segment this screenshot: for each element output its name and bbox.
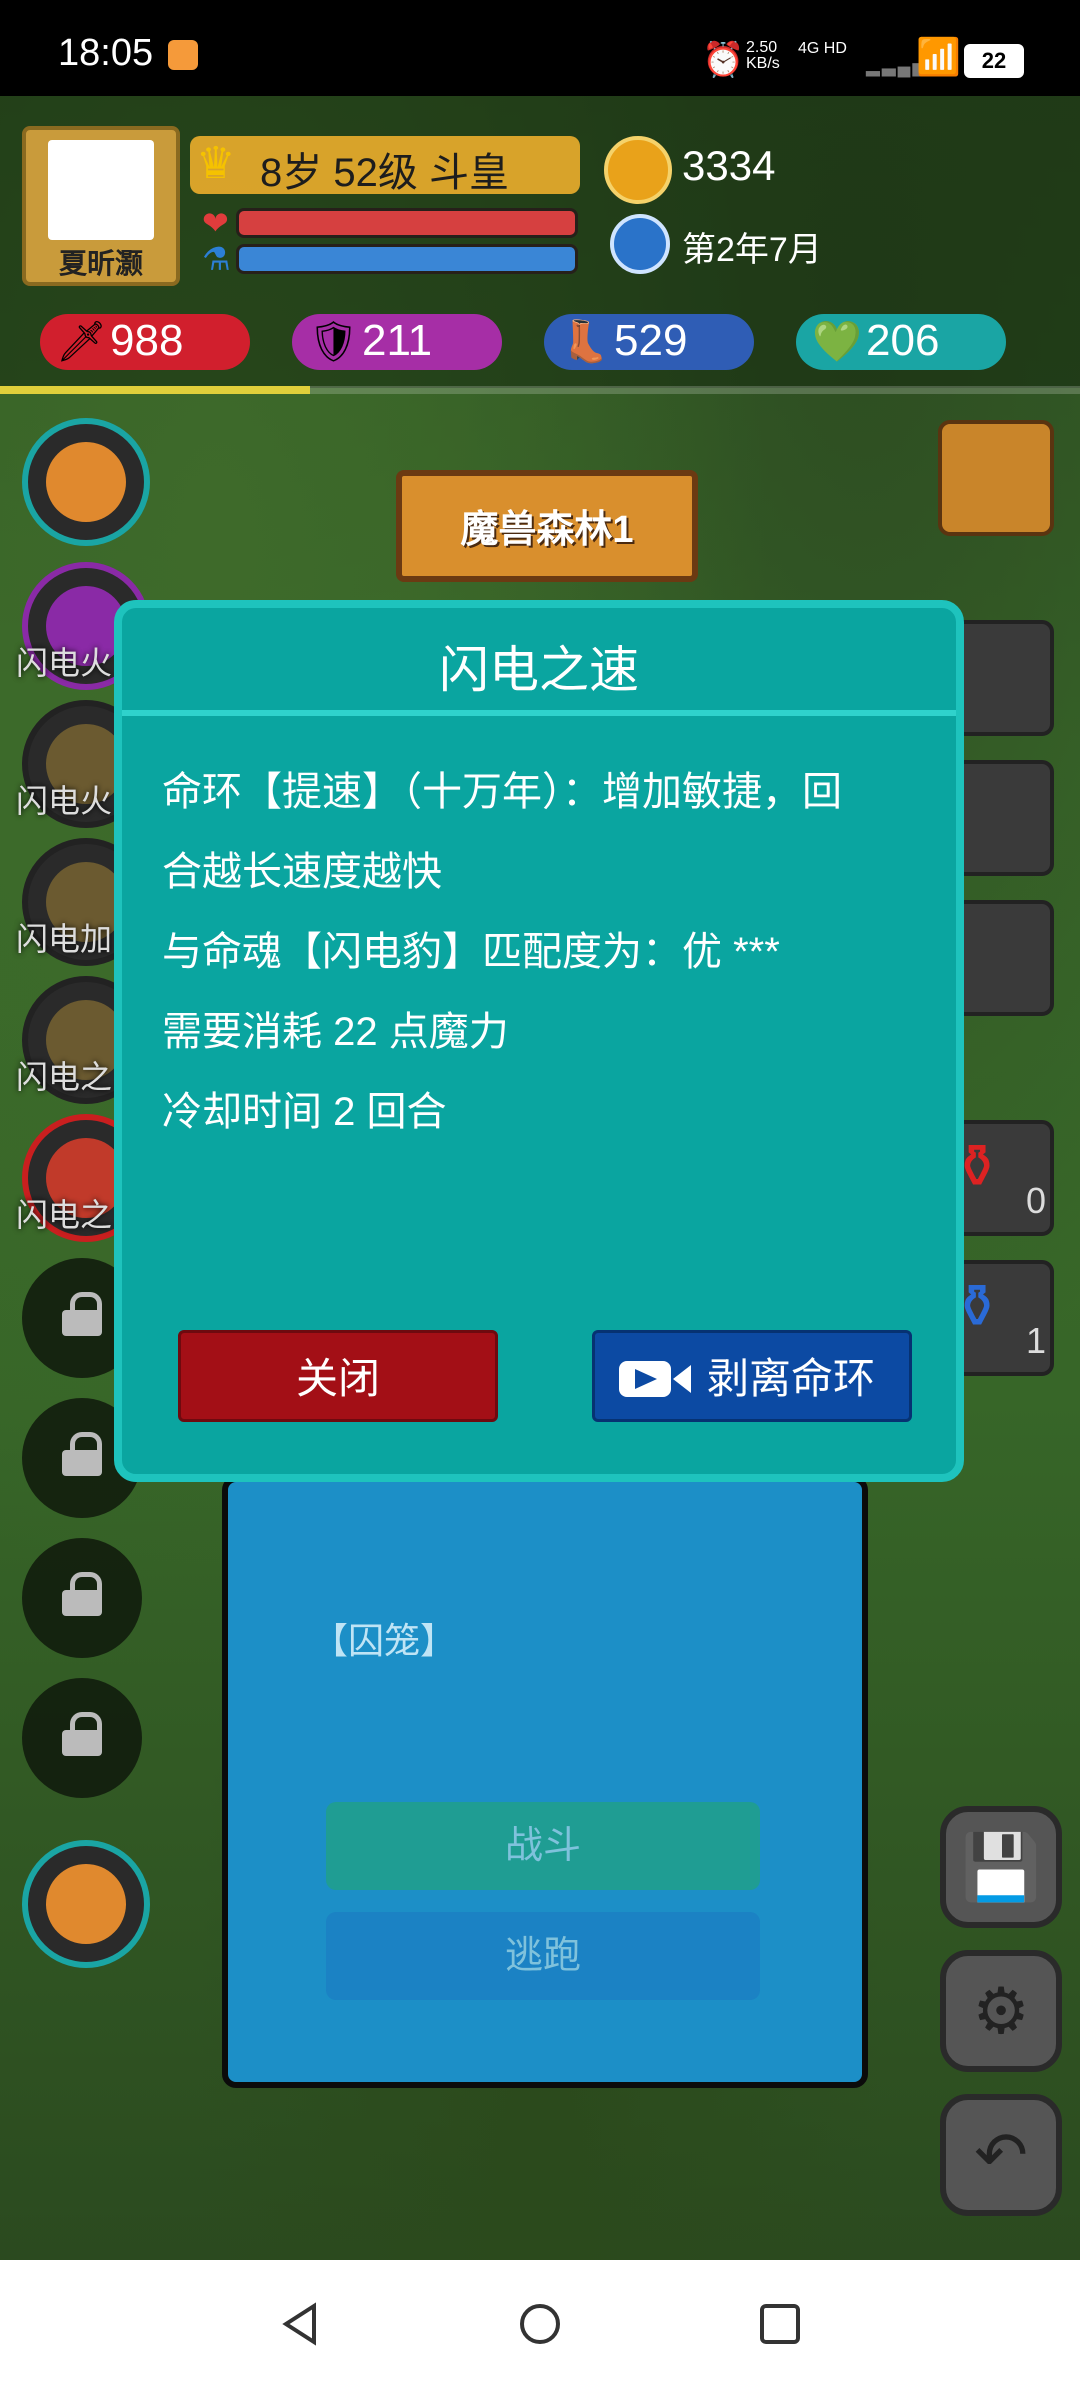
- boot-icon: 👢: [560, 320, 610, 364]
- app-notification-icon: [168, 40, 198, 70]
- home-nav-icon[interactable]: [516, 2300, 564, 2348]
- leopard-icon: [46, 1864, 126, 1944]
- battle-panel: 【囚笼】 战斗 逃跑: [222, 1476, 868, 2088]
- game-scene: 夏昕灏 ♛ 8岁 52级 斗皇 ❤ ⚗ 3334 第2年7月 🗡 988 🛡 2…: [0, 96, 1080, 2260]
- flee-button[interactable]: 逃跑: [326, 1912, 760, 2000]
- battle-status: 【囚笼】: [312, 1620, 457, 1661]
- stat-health: 💚 206: [796, 314, 1006, 370]
- strip-soul-ring-button[interactable]: 剥离命环: [592, 1330, 912, 1422]
- dialog-line: 冷却时间 2 回合: [162, 1090, 447, 1134]
- mp-bar: [236, 244, 578, 274]
- soul-ring-label: 闪电加: [16, 921, 113, 957]
- gear-icon[interactable]: ⚙: [940, 1950, 1062, 2072]
- alarm-icon: ⏰: [702, 41, 745, 79]
- battery-indicator: 22: [964, 44, 1024, 78]
- recents-nav-icon[interactable]: [756, 2300, 804, 2348]
- lock-icon: [62, 1572, 102, 1616]
- lock-icon: [62, 1432, 102, 1476]
- status-bar: 18:05 ⏰ 2.50 KB/s 4G HD ▂▃▄▅ 📶 22: [0, 0, 1080, 96]
- skill-dialog: 闪电之速 命环【提速】（十万年）：增加敏捷，回 合越长速度越快 与命魂【闪电豹】…: [114, 600, 964, 1482]
- dialog-divider: [122, 710, 956, 716]
- sword-icon: 🗡: [56, 320, 107, 364]
- stat-speed: 👢 529: [544, 314, 754, 370]
- player-name: 夏昕灏: [58, 248, 143, 279]
- map-sign: 魔兽森林1: [396, 470, 698, 582]
- stat-attack: 🗡 988: [40, 314, 250, 370]
- leopard-icon: [46, 442, 126, 522]
- health-heart-icon: 💚: [812, 320, 862, 364]
- dialog-title: 闪电之速: [439, 642, 639, 698]
- blue-potion-count: 1: [1026, 1320, 1047, 1361]
- dialog-line: 合越长速度越快: [162, 850, 442, 894]
- fight-button[interactable]: 战斗: [326, 1802, 760, 1890]
- dialog-line: 命环【提速】（十万年）：增加敏捷，回: [162, 770, 842, 814]
- crown-icon: ♛: [196, 139, 236, 188]
- exp-progress: [0, 386, 310, 394]
- strip-label: 剥离命环: [707, 1355, 876, 1402]
- soul-ring-label: 闪电火: [16, 783, 113, 819]
- map-name: 魔兽森林1: [460, 509, 634, 551]
- gold-amount: 3334: [682, 142, 776, 189]
- dialog-line: 需要消耗 22 点魔力: [162, 1010, 509, 1054]
- shield-icon: 🛡: [308, 320, 359, 364]
- game-date: 第2年7月: [682, 231, 822, 269]
- lock-icon: [62, 1292, 102, 1336]
- signal-4g: 4G HD: [798, 40, 847, 57]
- wifi-icon: 📶: [916, 36, 961, 77]
- soul-ring-label: 闪电之: [16, 1197, 113, 1233]
- player-avatar[interactable]: 夏昕灏: [22, 126, 180, 286]
- clock-icon: [610, 214, 670, 274]
- heart-icon: ❤: [202, 205, 229, 241]
- spirit-beast-leopard[interactable]: [22, 418, 150, 546]
- system-nav-bar: [0, 2260, 1080, 2388]
- hp-bar: [236, 208, 578, 238]
- video-icon: [619, 1361, 691, 1397]
- soul-ring-label: 闪电火: [16, 645, 113, 681]
- stat-defense: 🛡 211: [292, 314, 502, 370]
- red-potion-count: 0: [1026, 1180, 1047, 1221]
- back-arrow-icon[interactable]: ↶: [940, 2094, 1062, 2216]
- network-speed: 2.50 KB/s: [746, 39, 780, 72]
- player-level: 8岁 52级 斗皇: [260, 151, 509, 195]
- companion-leopard[interactable]: [22, 1840, 150, 1968]
- lock-icon: [62, 1712, 102, 1756]
- save-icon[interactable]: 💾: [940, 1806, 1062, 1928]
- mana-flask-icon: ⚗: [202, 241, 231, 277]
- back-nav-icon[interactable]: [276, 2300, 324, 2348]
- status-time: 18:05: [58, 32, 154, 74]
- locked-slot[interactable]: [22, 1678, 142, 1798]
- avatar-portrait: [48, 140, 154, 240]
- locked-slot[interactable]: [22, 1538, 142, 1658]
- map-scroll-icon[interactable]: [938, 420, 1054, 536]
- dialog-line: 与命魂【闪电豹】匹配度为：优 ***: [162, 930, 780, 974]
- coin-icon: [604, 136, 672, 204]
- soul-ring-label: 闪电之: [16, 1059, 113, 1095]
- close-button[interactable]: 关闭: [178, 1330, 498, 1422]
